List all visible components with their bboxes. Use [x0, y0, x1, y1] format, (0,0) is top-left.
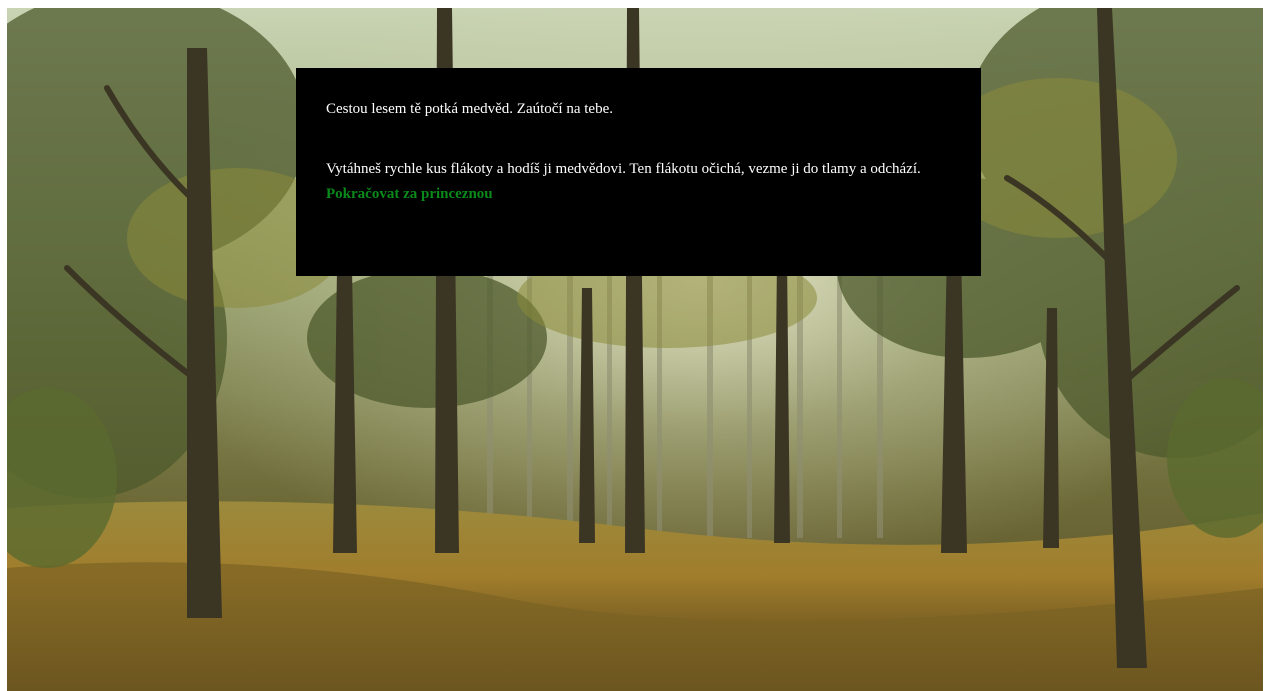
- story-dialog: Cestou lesem tě potká medvěd. Zaútočí na…: [296, 68, 981, 276]
- game-scene: Cestou lesem tě potká medvěd. Zaútočí na…: [7, 8, 1263, 691]
- story-paragraph-encounter: Cestou lesem tě potká medvěd. Zaútočí na…: [326, 101, 613, 117]
- continue-link[interactable]: Pokračovat za princeznou: [326, 182, 493, 206]
- story-paragraph-outcome: Vytáhneš rychle kus flákoty a hodíš ji m…: [326, 161, 921, 177]
